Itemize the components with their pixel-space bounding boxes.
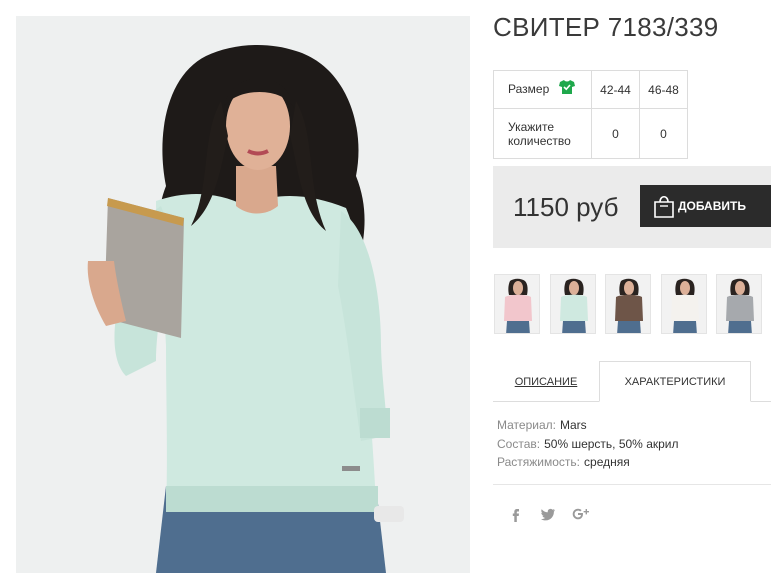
color-thumbnail-grey[interactable] [716,274,762,334]
color-thumbnail-white[interactable] [661,274,707,334]
color-thumbnail-mint[interactable] [550,274,596,334]
product-tabs: ОПИСАНИЕ ХАРАКТЕРИСТИКИ [493,361,771,402]
spec-row-material: Материал: Mars [497,416,679,435]
add-to-cart-button[interactable]: ДОБАВИТЬ [640,185,771,227]
quantity-label: Укажите количество [493,108,592,159]
product-main-image[interactable] [16,16,470,573]
quantity-input-42-44[interactable]: 0 [591,108,640,159]
product-specs: Материал: Mars Состав: 50% шерсть, 50% акр… [497,416,679,472]
spec-key: Растяжимость: [497,455,581,469]
buy-box: 1150 руб ДОБАВИТЬ [493,166,771,248]
size-option-42-44[interactable]: 42-44 [591,70,640,109]
spec-key: Состав: [497,436,541,451]
spec-key: Материал: [497,418,556,432]
size-row: Размер 42-44 46-48 [493,70,688,109]
quantity-input-46-48[interactable]: 0 [639,108,688,159]
product-price: 1150 руб [513,192,619,222]
spec-value: 50% шерсть, 50% акрил [544,436,679,451]
spec-row-stretch: Растяжимость: средняя [497,453,679,472]
size-label: Размер [508,81,550,96]
facebook-icon[interactable] [507,505,525,523]
tab-characteristics[interactable]: ХАРАКТЕРИСТИКИ [599,361,751,402]
google-plus-icon[interactable] [571,505,589,523]
quantity-row: Укажите количество 0 0 [493,108,688,159]
size-quantity-table: Размер 42-44 46-48 Укажите количество 0 … [493,70,688,159]
size-label-cell: Размер [493,70,592,109]
spec-value: Mars [559,418,587,432]
tab-description[interactable]: ОПИСАНИЕ [493,361,599,402]
size-option-46-48[interactable]: 46-48 [639,70,688,109]
shopping-bag-icon [652,194,676,221]
color-thumbnails [494,274,771,334]
add-to-cart-label: ДОБАВИТЬ [678,199,746,213]
product-title: СВИТЕР 7183/339 [493,12,719,42]
twitter-icon[interactable] [539,505,557,523]
divider [493,484,771,485]
spec-row-composition: Состав: 50% шерсть, 50% акрил [497,435,679,454]
spec-value: средняя [584,455,630,469]
color-thumbnail-pink[interactable] [494,274,540,334]
product-photo-illustration [16,16,470,573]
tshirt-icon [558,80,575,97]
color-thumbnail-brown[interactable] [605,274,651,334]
